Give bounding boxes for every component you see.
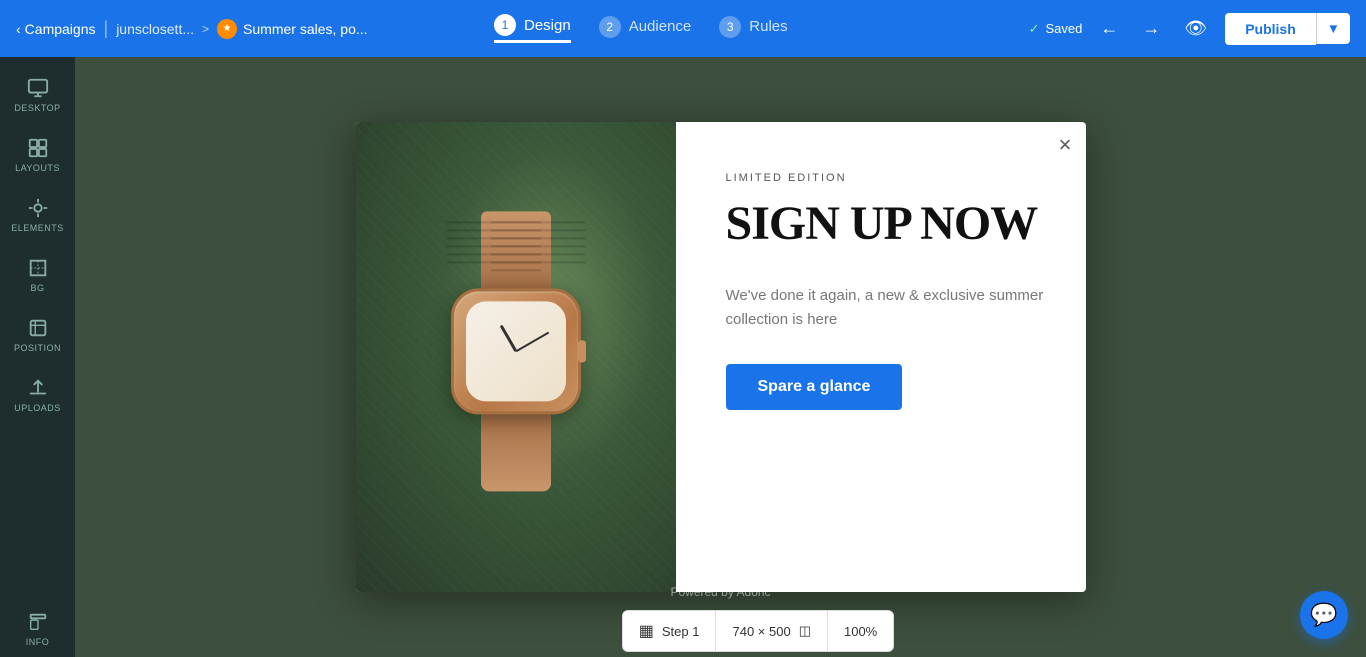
redo-button[interactable]: → [1136,12,1166,45]
chat-icon: 💬 [1310,602,1337,628]
canvas-area: × [75,57,1366,657]
tab-audience[interactable]: 2 Audience [599,16,692,42]
publish-button[interactable]: Publish [1225,13,1316,45]
step-icon: ▦ [639,621,654,641]
sidebar-item-layouts[interactable]: LAYOUTS [0,127,75,183]
sidebar-label-bg: BG [30,283,44,293]
sidebar-label-layouts: LAYOUTS [15,163,60,173]
chevron-left-icon: ‹ [16,21,21,37]
topnav-actions: ✓ Saved ← → 👁 Publish ▼ [1029,12,1350,45]
watch-crown [578,340,586,362]
preview-button[interactable]: 👁 [1178,12,1213,45]
step-indicator: ▦ Step 1 [623,611,717,651]
close-button[interactable]: × [1059,134,1072,156]
uploads-icon [27,377,49,399]
size-indicator: 740 × 500 ◫ [716,611,828,651]
campaigns-label[interactable]: Campaigns [25,21,96,37]
tab-rules[interactable]: 3 Rules [719,16,787,42]
tab-design[interactable]: 1 Design [494,14,571,43]
undo-button[interactable]: ← [1094,12,1124,45]
popup-subtitle: LIMITED EDITION [726,172,1046,184]
position-icon [27,317,49,339]
saved-label: Saved [1045,21,1082,36]
popup-modal: × [356,122,1086,592]
separator: | [104,18,109,39]
popup-content-panel: LIMITED EDITION SIGN UP NOW We've done i… [676,122,1086,592]
step-label-rules: Rules [749,18,787,35]
top-navigation: ‹ Campaigns | junsclosett... > ★ Summer … [0,0,1366,57]
current-campaign: ★ Summer sales, po... [217,19,368,39]
watch-hand-min [515,332,549,353]
sidebar-label-position: POSITION [14,343,61,353]
zoom-indicator[interactable]: 100% [828,611,893,651]
sidebar-label-elements: ELEMENTS [11,223,64,233]
sidebar-label-info: INFO [26,637,50,647]
sidebar-item-desktop[interactable]: DESKTOP [0,67,75,123]
size-label: 740 × 500 [732,624,790,639]
campaigns-back-button[interactable]: ‹ Campaigns [16,21,96,37]
watch-hand-hour [499,325,517,352]
desktop-icon [27,77,49,99]
publish-dropdown-button[interactable]: ▼ [1316,13,1350,44]
chat-bubble-button[interactable]: 💬 [1300,591,1348,639]
popup-cta-button[interactable]: Spare a glance [726,364,903,410]
chevron-right-icon: > [202,22,209,36]
zoom-label: 100% [844,624,877,639]
campaign-icon: ★ [217,19,237,39]
bottom-controls: ▦ Step 1 740 × 500 ◫ 100% [622,610,894,652]
sidebar-item-uploads[interactable]: UPLOADS [0,367,75,423]
sidebar: DESKTOP LAYOUTS ELEMENTS BG POSITION UPL… [0,57,75,657]
sidebar-label-desktop: DESKTOP [14,103,60,113]
checkmark-icon: ✓ [1029,21,1040,37]
saved-indicator: ✓ Saved [1029,21,1083,37]
sidebar-item-position[interactable]: POSITION [0,307,75,363]
layouts-icon [27,137,49,159]
step-num-2: 2 [599,16,621,38]
sidebar-item-elements[interactable]: ELEMENTS [0,187,75,243]
sidebar-label-uploads: UPLOADS [14,403,61,413]
breadcrumb-store[interactable]: junsclosett... [116,21,194,37]
popup-description: We've done it again, a new & exclusive s… [726,284,1046,332]
step-label: Step 1 [662,624,700,639]
watch-face [466,301,566,401]
step-num-3: 3 [719,16,741,38]
watch-image [356,122,676,592]
sidebar-item-bg[interactable]: BG [0,247,75,303]
watch-body [451,289,581,415]
step-num-1: 1 [494,14,516,36]
step-label-audience: Audience [629,18,692,35]
breadcrumb: ‹ Campaigns | junsclosett... > ★ Summer … [16,18,368,39]
watch-strap-bottom [481,414,551,491]
info-icon [27,611,49,633]
watch-illustration [436,211,596,491]
popup-title: SIGN UP NOW [726,200,1046,248]
bg-icon [27,257,49,279]
sidebar-item-info[interactable]: INFO [0,601,75,657]
popup-image-panel [356,122,676,592]
step-label-design: Design [524,17,571,34]
bottom-bar: ▦ Step 1 740 × 500 ◫ 100% [150,605,1366,657]
desktop-size-icon: ◫ [799,623,811,639]
step-tabs: 1 Design 2 Audience 3 Rules [494,14,788,43]
publish-group: Publish ▼ [1225,13,1350,45]
campaign-name: Summer sales, po... [243,21,368,37]
elements-icon [27,197,49,219]
powered-by-label: Powered by Adoric [670,585,770,599]
